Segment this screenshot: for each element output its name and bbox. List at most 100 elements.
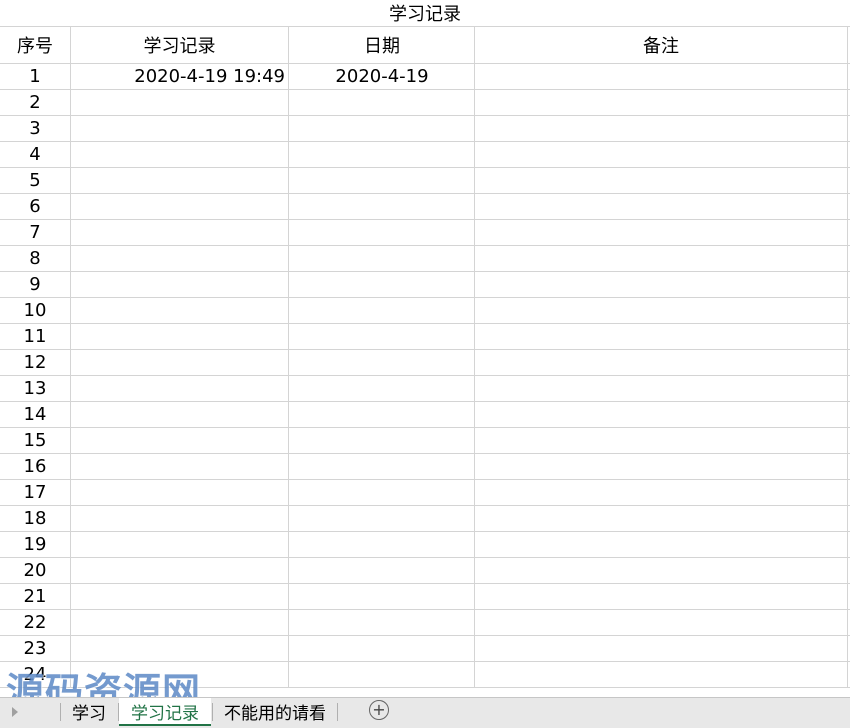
tab-study-record[interactable]: 学习记录 [119,698,211,726]
record-cell[interactable] [71,428,289,453]
header-index[interactable]: 序号 [0,27,71,63]
row-index-cell[interactable]: 20 [0,558,71,583]
date-cell[interactable] [290,454,475,479]
date-cell[interactable] [290,558,475,583]
record-cell[interactable] [71,506,289,531]
date-cell[interactable] [290,428,475,453]
row-index-cell[interactable]: 8 [0,246,71,271]
record-cell[interactable] [71,90,289,115]
record-cell[interactable] [71,662,289,687]
note-cell[interactable] [475,662,848,687]
plus-circle-icon[interactable]: + [369,700,389,720]
note-cell[interactable] [475,636,848,661]
row-index-cell[interactable]: 2 [0,90,71,115]
date-cell[interactable] [290,220,475,245]
record-cell[interactable] [71,246,289,271]
note-cell[interactable] [475,506,848,531]
date-cell[interactable] [290,532,475,557]
record-cell[interactable] [71,376,289,401]
record-cell[interactable] [71,272,289,297]
row-index-cell[interactable]: 21 [0,584,71,609]
date-cell[interactable] [290,142,475,167]
row-index-cell[interactable]: 9 [0,272,71,297]
date-cell[interactable] [290,116,475,141]
row-index-cell[interactable]: 4 [0,142,71,167]
date-cell[interactable] [290,636,475,661]
date-cell[interactable] [290,194,475,219]
record-cell[interactable] [71,220,289,245]
row-index-cell[interactable]: 14 [0,402,71,427]
date-cell[interactable] [290,402,475,427]
date-cell[interactable] [290,324,475,349]
note-cell[interactable] [475,194,848,219]
record-cell[interactable] [71,116,289,141]
date-cell[interactable]: 2020-4-19 [290,64,475,89]
record-cell[interactable] [71,142,289,167]
record-cell[interactable] [71,532,289,557]
record-cell[interactable] [71,584,289,609]
row-index-cell[interactable]: 6 [0,194,71,219]
date-cell[interactable] [290,298,475,323]
row-index-cell[interactable]: 13 [0,376,71,401]
note-cell[interactable] [475,480,848,505]
note-cell[interactable] [475,532,848,557]
tab-unusable-readme[interactable]: 不能用的请看 [213,698,337,724]
record-cell[interactable]: 2020-4-19 19:49 [71,64,289,89]
record-cell[interactable] [71,350,289,375]
note-cell[interactable] [475,454,848,479]
note-cell[interactable] [475,610,848,635]
note-cell[interactable] [475,298,848,323]
row-index-cell[interactable]: 5 [0,168,71,193]
row-index-cell[interactable]: 16 [0,454,71,479]
row-index-cell[interactable]: 17 [0,480,71,505]
row-index-cell[interactable]: 19 [0,532,71,557]
date-cell[interactable] [290,662,475,687]
note-cell[interactable] [475,220,848,245]
record-cell[interactable] [71,558,289,583]
date-cell[interactable] [290,376,475,401]
note-cell[interactable] [475,90,848,115]
note-cell[interactable] [475,272,848,297]
header-date[interactable]: 日期 [290,27,475,63]
row-index-cell[interactable]: 10 [0,298,71,323]
row-index-cell[interactable]: 18 [0,506,71,531]
row-index-cell[interactable]: 15 [0,428,71,453]
record-cell[interactable] [71,610,289,635]
header-note[interactable]: 备注 [475,27,848,63]
record-cell[interactable] [71,454,289,479]
date-cell[interactable] [290,350,475,375]
date-cell[interactable] [290,272,475,297]
note-cell[interactable] [475,402,848,427]
note-cell[interactable] [475,558,848,583]
date-cell[interactable] [290,480,475,505]
note-cell[interactable] [475,350,848,375]
note-cell[interactable] [475,324,848,349]
note-cell[interactable] [475,116,848,141]
note-cell[interactable] [475,168,848,193]
note-cell[interactable] [475,64,848,89]
date-cell[interactable] [290,90,475,115]
row-index-cell[interactable]: 12 [0,350,71,375]
note-cell[interactable] [475,246,848,271]
scroll-tabs-icon[interactable] [12,707,18,717]
record-cell[interactable] [71,636,289,661]
note-cell[interactable] [475,142,848,167]
note-cell[interactable] [475,584,848,609]
note-cell[interactable] [475,376,848,401]
row-index-cell[interactable]: 7 [0,220,71,245]
header-record[interactable]: 学习记录 [71,27,289,63]
record-cell[interactable] [71,298,289,323]
date-cell[interactable] [290,506,475,531]
record-cell[interactable] [71,168,289,193]
date-cell[interactable] [290,168,475,193]
record-cell[interactable] [71,194,289,219]
record-cell[interactable] [71,324,289,349]
row-index-cell[interactable]: 3 [0,116,71,141]
note-cell[interactable] [475,428,848,453]
row-index-cell[interactable]: 23 [0,636,71,661]
record-cell[interactable] [71,480,289,505]
row-index-cell[interactable]: 11 [0,324,71,349]
date-cell[interactable] [290,584,475,609]
row-index-cell[interactable]: 1 [0,64,71,89]
row-index-cell[interactable]: 22 [0,610,71,635]
